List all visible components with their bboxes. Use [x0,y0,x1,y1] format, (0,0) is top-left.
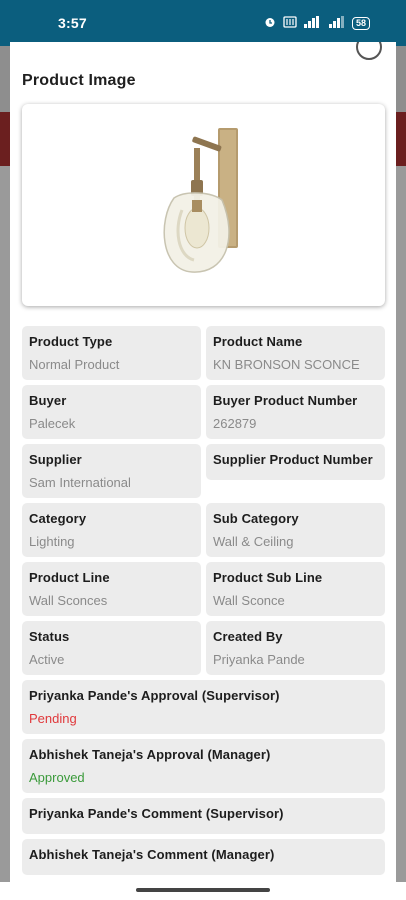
product-type-field: Product Type Normal Product [22,326,201,380]
supplier-field: Supplier Sam International [22,444,201,498]
field-label: Supplier Product Number [213,452,373,467]
field-label: Priyanka Pande's Approval (Supervisor) [29,688,280,703]
product-image [163,128,238,273]
buyer-field: Buyer Palecek [22,385,201,439]
field-value: KN BRONSON SCONCE [213,357,360,372]
product-sub-line-field: Product Sub Line Wall Sconce [206,562,385,616]
field-label: Product Line [29,570,110,585]
supervisor-approval-field: Priyanka Pande's Approval (Supervisor) P… [22,680,385,734]
close-button[interactable] [356,42,382,60]
battery-icon: 58 [351,16,370,30]
status-time: 3:57 [58,15,87,31]
home-gesture-handle[interactable] [136,888,270,892]
field-value: Sam International [29,475,131,490]
signal-icon [303,15,322,31]
field-value: Active [29,652,65,667]
alarm-icon [264,16,276,31]
field-value: Palecek [29,416,76,431]
product-image-card[interactable] [22,104,385,306]
field-value: Wall & Ceiling [213,534,294,549]
supervisor-comment-field: Priyanka Pande's Comment (Supervisor) [22,798,385,834]
field-label: Product Name [213,334,303,349]
supplier-product-number-field: Supplier Product Number [206,444,385,480]
product-name-field: Product Name KN BRONSON SCONCE [206,326,385,380]
buyer-product-number-field: Buyer Product Number 262879 [206,385,385,439]
approval-status-approved: Approved [29,770,85,785]
field-label: Abhishek Taneja's Comment (Manager) [29,847,275,862]
signal-icon [328,15,345,31]
field-label: Created By [213,629,283,644]
manager-approval-field: Abhishek Taneja's Approval (Manager) App… [22,739,385,793]
field-label: Product Type [29,334,113,349]
category-field: Category Lighting [22,503,201,557]
field-value: Priyanka Pande [213,652,305,667]
field-value: Normal Product [29,357,120,372]
status-field: Status Active [22,621,201,675]
field-label: Abhishek Taneja's Approval (Manager) [29,747,271,762]
field-label: Buyer [29,393,67,408]
status-bar: 3:57 58 [0,0,406,46]
sub-category-field: Sub Category Wall & Ceiling [206,503,385,557]
product-line-field: Product Line Wall Sconces [22,562,201,616]
sheet-title: Product Image [22,72,136,89]
field-label: Supplier [29,452,82,467]
field-label: Status [29,629,70,644]
data-icon [283,15,297,31]
field-value: Wall Sconces [29,593,108,608]
product-detail-sheet: Product Image Product Type Normal Produc… [10,42,396,882]
created-by-field: Created By Priyanka Pande [206,621,385,675]
field-label: Sub Category [213,511,299,526]
status-icons: 58 [264,15,370,31]
field-label: Priyanka Pande's Comment (Supervisor) [29,806,284,821]
field-label: Category [29,511,87,526]
approval-status-pending: Pending [29,711,77,726]
field-label: Product Sub Line [213,570,323,585]
field-value: Lighting [29,534,75,549]
manager-comment-field: Abhishek Taneja's Comment (Manager) [22,839,385,875]
product-details-grid: Product Type Normal Product Product Name… [22,326,385,880]
field-value: 262879 [213,416,257,431]
field-label: Buyer Product Number [213,393,358,408]
field-value: Wall Sconce [213,593,285,608]
